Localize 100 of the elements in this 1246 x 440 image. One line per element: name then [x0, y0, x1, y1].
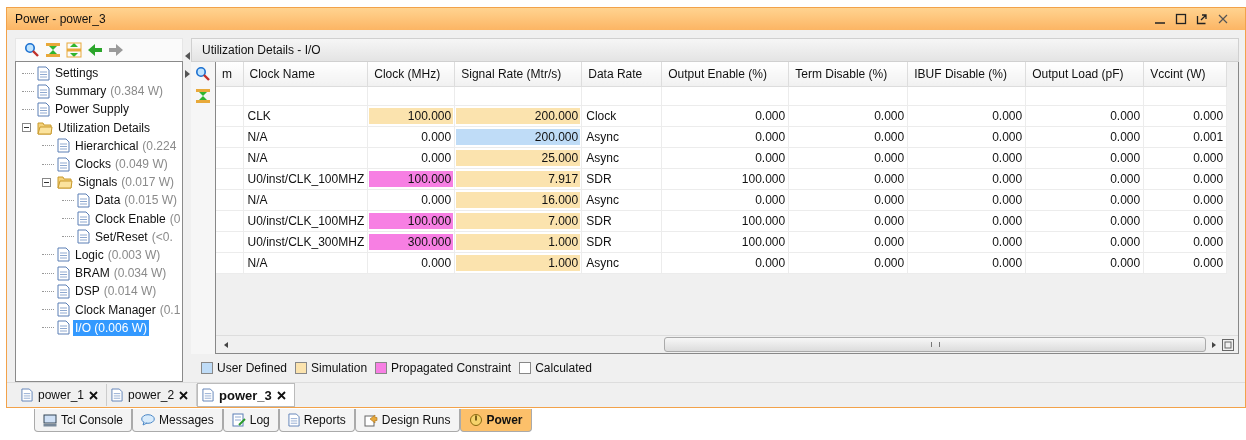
table-cell: 300.000 [369, 234, 454, 250]
document-tab[interactable]: power_1 [17, 384, 108, 406]
scrollbar-thumb[interactable] [664, 337, 1206, 352]
table-cell-text: 0.000 [1192, 255, 1225, 271]
folder-icon [37, 120, 53, 135]
table-cell-text: 0.000 [1192, 171, 1225, 187]
table-cell: 7.000 [456, 213, 581, 229]
column-header[interactable]: Output Enable (%) [661, 62, 789, 87]
legend-label: Calculated [535, 361, 592, 375]
table-cell-text: 100.000 [740, 213, 787, 229]
table-cell-text: 0.000 [1192, 192, 1225, 208]
table-cell-text: 0.000 [991, 108, 1024, 124]
table-cell-text: U0/inst/CLK_100MHZ [246, 213, 366, 229]
table-cell-text: 0.000 [991, 255, 1024, 271]
tree-item[interactable]: Signals (0.017 W) [76, 174, 177, 191]
tree-item[interactable]: Data (0.015 W) [93, 192, 180, 209]
document-tab[interactable]: power_2 [107, 384, 198, 406]
table-cell: 1.000 [456, 255, 581, 271]
tool-tab[interactable]: Messages [132, 409, 223, 432]
corner-icon[interactable] [1222, 338, 1234, 351]
tree-item[interactable]: Set/Reset (<0. [93, 228, 175, 245]
table-cell-text: 0.000 [1109, 171, 1142, 187]
table-cell: 100.000 [369, 213, 454, 229]
document-tab[interactable]: power_3 [197, 383, 295, 407]
tree-item[interactable]: Settings [53, 65, 101, 82]
column-header[interactable]: Signal Rate (Mtr/s) [454, 62, 582, 87]
collapse-toggle-icon[interactable] [42, 177, 51, 187]
table-cell-text: 0.000 [1192, 234, 1225, 250]
table-cell-text: 0.000 [991, 129, 1024, 145]
power-icon [468, 413, 483, 427]
column-header[interactable]: Term Disable (%) [788, 62, 908, 87]
tool-tab[interactable]: Design Runs [354, 409, 460, 432]
back-arrow-icon[interactable] [87, 42, 103, 58]
table-cell-text: Async [585, 255, 620, 271]
page-icon [57, 156, 70, 172]
table-cell-text: 0.000 [873, 129, 906, 145]
page-icon [202, 388, 215, 402]
table-cell-text: 0.000 [991, 234, 1024, 250]
search-icon[interactable] [24, 42, 40, 58]
page-icon [77, 211, 90, 227]
column-header[interactable]: Clock (MHz) [367, 62, 455, 87]
table-cell: 100.000 [369, 171, 454, 187]
page-icon [57, 247, 70, 263]
table-cell-text: Async [585, 150, 620, 166]
column-header[interactable]: Clock Name [243, 62, 368, 87]
table-cell-text: U0/inst/CLK_300MHZ [246, 234, 366, 250]
table-cell-text: CLK [246, 108, 272, 124]
tree-item[interactable]: Clock Manager (0.1 [73, 301, 183, 318]
window-title: Power - power_3 [15, 12, 106, 26]
page-icon [57, 138, 70, 154]
speech-bubble-icon [141, 414, 156, 426]
panel-title: Utilization Details - I/O [202, 43, 321, 57]
column-header[interactable]: m [216, 62, 243, 87]
table-cell: 25.000 [456, 150, 581, 166]
table-cell: 200.000 [456, 129, 581, 145]
table-cell-text: 0.000 [754, 192, 787, 208]
tool-tab[interactable]: Tcl Console [34, 409, 133, 432]
table-cell-text: 0.000 [873, 213, 906, 229]
page-icon [77, 192, 90, 208]
tree-item[interactable]: DSP (0.014 W) [73, 283, 159, 300]
scroll-left-icon[interactable] [222, 340, 230, 349]
collapse-toggle-icon[interactable] [22, 123, 31, 133]
horizontal-scrollbar[interactable] [216, 335, 1238, 353]
float-icon[interactable] [1196, 13, 1208, 25]
tree-item[interactable]: Hierarchical (0.224 [73, 137, 179, 154]
table-cell-text: 0.000 [873, 171, 906, 187]
tree-item[interactable]: Utilization Details [56, 119, 153, 136]
column-header[interactable]: Output Load (pF) [1025, 62, 1144, 87]
table-cell-text: 100.000 [740, 171, 787, 187]
table-cell-text: N/A [246, 255, 269, 271]
close-icon[interactable] [89, 390, 99, 400]
runs-icon [363, 413, 378, 427]
page-icon [57, 320, 70, 336]
scroll-right-icon[interactable] [1210, 340, 1218, 349]
close-icon[interactable] [179, 390, 189, 400]
maximize-icon[interactable] [1175, 13, 1187, 25]
table-cell-text: 0.000 [754, 108, 787, 124]
column-header[interactable]: IBUF Disable (%) [907, 62, 1026, 87]
column-header[interactable]: Data Rate [581, 62, 662, 87]
tree-item[interactable]: BRAM (0.034 W) [73, 265, 169, 282]
page-icon [21, 388, 33, 402]
tool-tab[interactable]: Log [222, 409, 279, 432]
tree-item[interactable]: Power Supply [53, 101, 132, 118]
tree-item[interactable]: Clock Enable (0 [93, 210, 183, 227]
table-cell-text: 0.000 [1109, 129, 1142, 145]
page-icon [37, 83, 50, 99]
tool-tab[interactable]: Power [459, 409, 532, 432]
tool-tab[interactable]: Reports [278, 409, 355, 432]
table-cell-text: 0.000 [991, 150, 1024, 166]
forward-arrow-icon[interactable] [108, 42, 124, 58]
close-icon[interactable] [276, 390, 286, 400]
search-icon[interactable] [195, 66, 211, 82]
table-cell-text: N/A [246, 150, 269, 166]
tree-item[interactable]: Clocks (0.049 W) [73, 156, 170, 173]
tree-item[interactable]: Logic (0.003 W) [73, 246, 163, 263]
tree-item[interactable]: Summary (0.384 W) [53, 83, 166, 100]
column-header[interactable]: Vccint (W) [1143, 62, 1227, 87]
collapse-all-icon[interactable] [45, 42, 61, 58]
expand-all-icon[interactable] [66, 42, 82, 58]
table-cell-text: Async [585, 129, 620, 145]
